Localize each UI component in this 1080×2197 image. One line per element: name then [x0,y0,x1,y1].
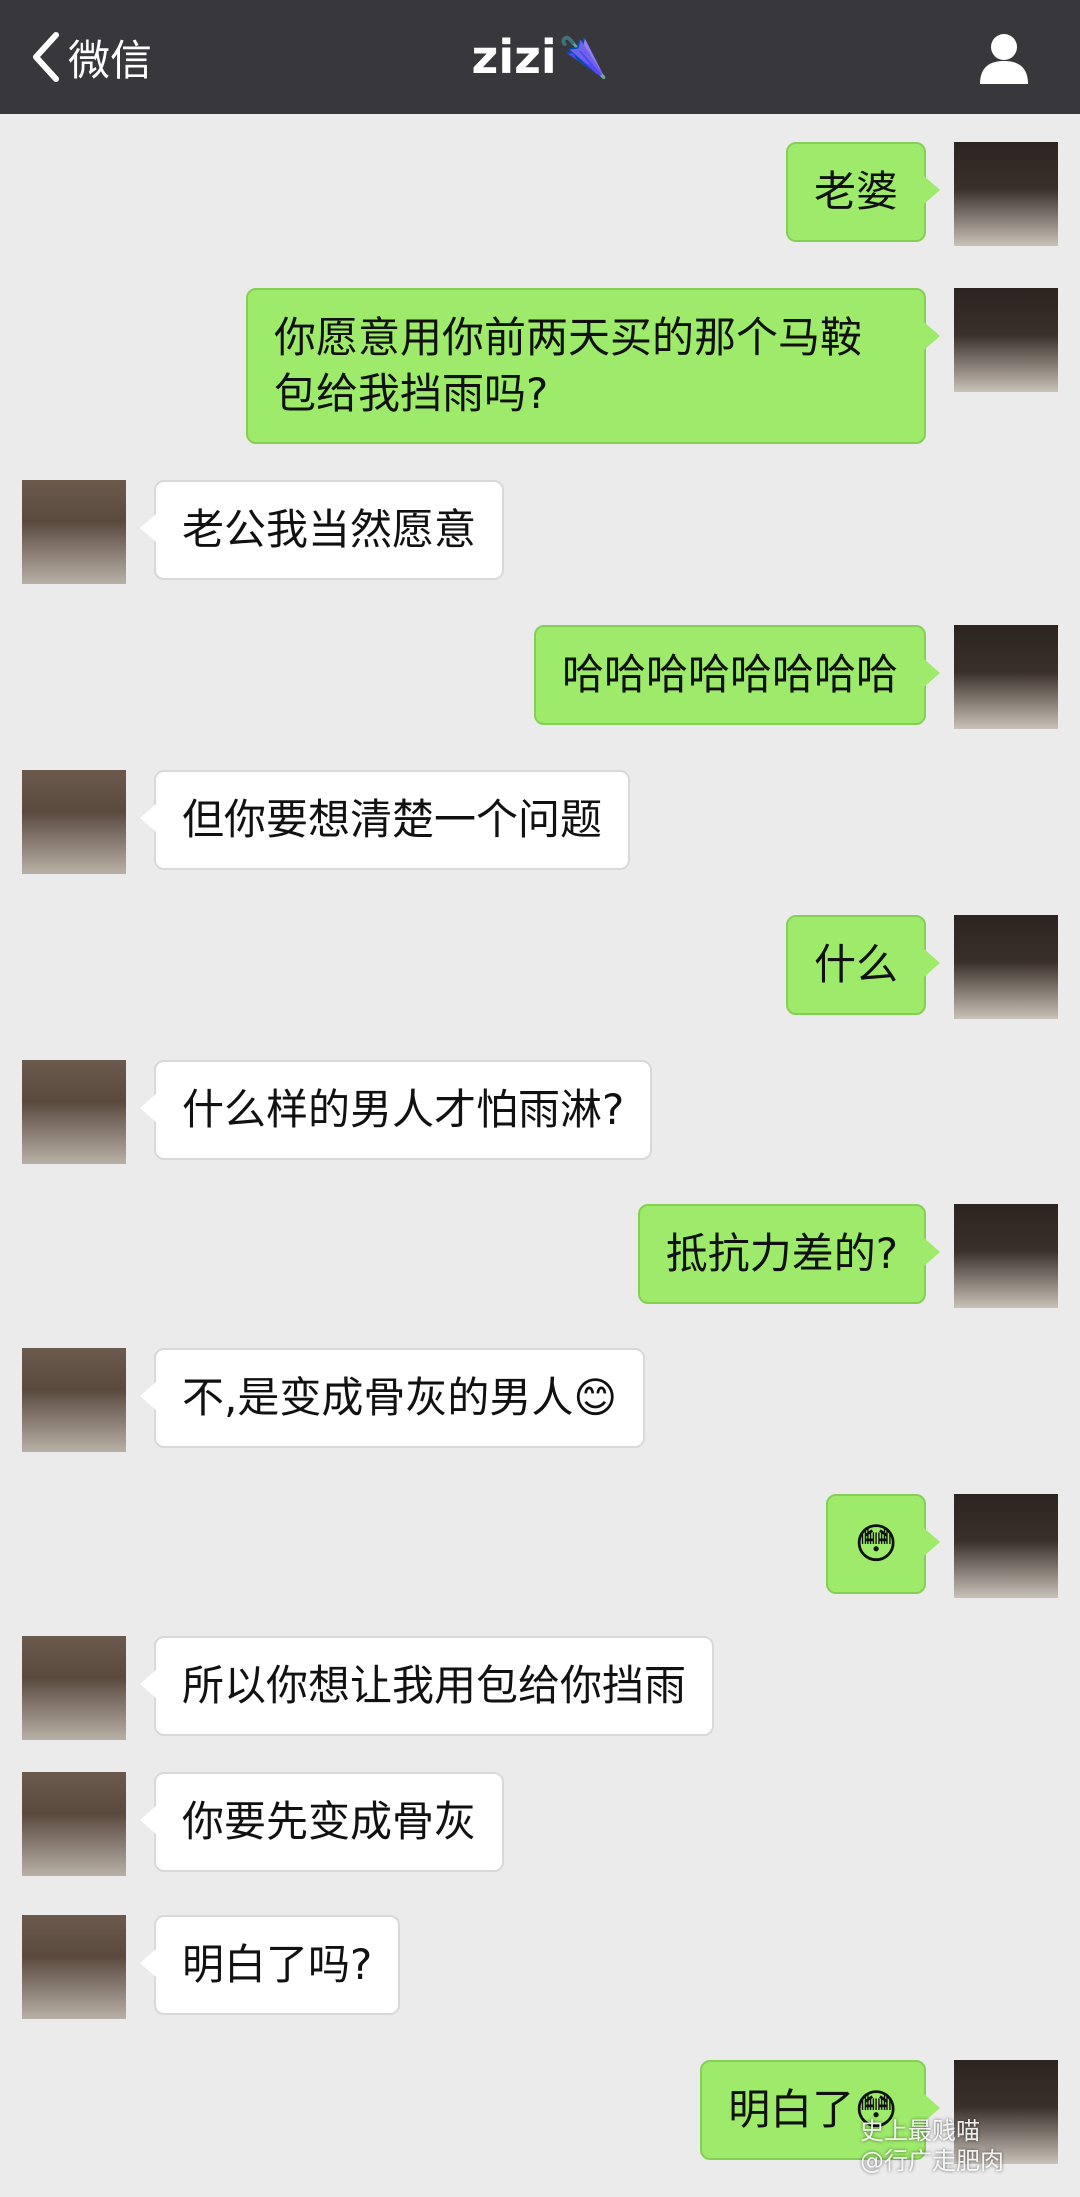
chat-title-text: zizi [471,30,557,84]
message-bubble[interactable]: 所以你想让我用包给你挡雨 [139,1636,715,1736]
avatar[interactable] [22,1636,126,1740]
avatar[interactable] [954,1204,1058,1308]
message-bubble[interactable]: 老公我当然愿意 [139,480,505,580]
avatar[interactable] [22,770,126,874]
message-bubble[interactable]: 哈哈哈哈哈哈哈哈 [533,625,941,725]
nav-bar: 微信 zizi 🌂 [0,0,1080,114]
message-bubble[interactable]: 但你要想清楚一个问题 [139,770,631,870]
avatar[interactable] [22,1915,126,2019]
avatar[interactable] [22,480,126,584]
message-bubble[interactable]: 你愿意用你前两天买的那个马鞍包给我挡雨吗? [246,288,940,444]
watermark-line: 史上最贱喵 [860,2117,980,2145]
person-icon[interactable] [976,30,1032,86]
avatar[interactable] [22,1772,126,1876]
avatar[interactable] [954,288,1058,392]
avatar[interactable] [22,1060,126,1164]
message-bubble[interactable]: 明白了吗? [139,1915,401,2015]
message-bubble[interactable]: 不,是变成骨灰的男人😊 [139,1348,646,1448]
umbrella-icon: 🌂 [558,34,609,81]
chat-title: zizi 🌂 [0,0,1080,114]
avatar[interactable] [954,625,1058,729]
message-bubble[interactable]: 抵抗力差的? [637,1204,941,1304]
message-bubble[interactable]: 😳 [826,1494,940,1594]
avatar[interactable] [22,1348,126,1452]
message-bubble[interactable]: 老婆 [785,142,941,242]
watermark-line: @行广走肥肉 [860,2147,1004,2175]
message-bubble[interactable]: 什么 [785,915,941,1015]
avatar[interactable] [954,915,1058,1019]
message-bubble[interactable]: 什么样的男人才怕雨淋? [139,1060,653,1160]
avatar[interactable] [954,1494,1058,1598]
avatar[interactable] [954,142,1058,246]
message-bubble[interactable]: 你要先变成骨灰 [139,1772,505,1872]
watermark: 史上最贱喵 @行广走肥肉 [860,2116,1060,2176]
